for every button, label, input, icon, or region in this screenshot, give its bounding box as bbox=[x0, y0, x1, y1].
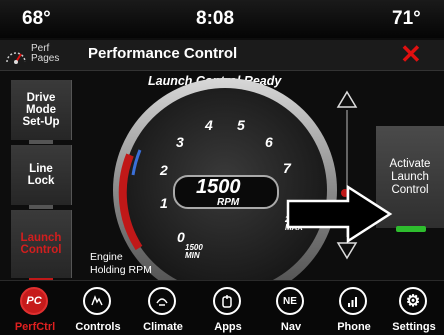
apps-icon bbox=[213, 287, 241, 315]
nav-item-controls[interactable]: Controls bbox=[68, 281, 128, 335]
nav-item-label: Phone bbox=[337, 321, 371, 333]
nav-item-apps[interactable]: Apps bbox=[198, 281, 258, 335]
nav-item-label: Nav bbox=[280, 321, 302, 333]
callout-arrow-icon bbox=[286, 184, 393, 244]
status-bar: 68° 8:08 71° bbox=[0, 0, 444, 38]
perfctrl-icon: PC bbox=[20, 287, 48, 315]
phone-icon bbox=[339, 287, 367, 315]
title-bar: Perf Pages Performance Control ✕ bbox=[0, 40, 444, 71]
status-banner: Launch Control Ready bbox=[148, 74, 282, 88]
sidebar-item-launch-control[interactable]: Launch Control bbox=[11, 210, 72, 282]
gauge-tick-label: 3 bbox=[176, 134, 184, 150]
nav-item-perfctrl[interactable]: PC PerfCtrl bbox=[5, 281, 65, 335]
compass-icon: NE bbox=[276, 287, 304, 315]
gauge-red-zone bbox=[118, 153, 143, 251]
passenger-temperature[interactable]: 71° bbox=[392, 8, 421, 30]
engine-holding-rpm-label: Engine Holding RPM bbox=[90, 251, 152, 276]
nav-item-label: Controls bbox=[75, 321, 121, 333]
close-icon[interactable]: ✕ bbox=[400, 40, 422, 68]
gauge-tick-label: 1 bbox=[160, 195, 168, 211]
gauge-tick-label: 4 bbox=[205, 117, 213, 133]
tab-indicator bbox=[29, 140, 53, 144]
gauge-tick-label: 6 bbox=[265, 134, 273, 150]
clock: 8:08 bbox=[196, 8, 235, 29]
nav-item-label: Apps bbox=[214, 321, 242, 333]
gear-icon: ⚙ bbox=[399, 287, 427, 315]
sidebar-item-line-lock[interactable]: Line Lock bbox=[11, 145, 72, 209]
driver-temperature[interactable]: 68° bbox=[22, 8, 51, 30]
perf-pages-icon bbox=[6, 52, 26, 64]
sidebar-item-label: Line Lock bbox=[27, 163, 55, 187]
nav-item-nav[interactable]: NE Nav bbox=[261, 281, 321, 335]
gauge-tick-label: 5 bbox=[237, 117, 245, 133]
rpm-unit: RPM bbox=[217, 197, 240, 208]
gauge-blue-mark bbox=[131, 149, 142, 176]
bottom-nav: PC PerfCtrl Controls Climate Apps NE Nav bbox=[0, 280, 444, 335]
nav-item-settings[interactable]: ⚙ Settings bbox=[384, 281, 444, 335]
nav-item-label: PerfCtrl bbox=[14, 321, 56, 333]
sidebar-item-label: Drive Mode Set-Up bbox=[22, 92, 60, 128]
perf-pages-button[interactable]: Perf Pages bbox=[4, 43, 66, 67]
increase-rpm-arrow-icon[interactable] bbox=[336, 90, 358, 110]
screen: 68° 8:08 71° Perf Pages Performance Cont… bbox=[0, 0, 444, 335]
controls-icon bbox=[83, 287, 111, 315]
nav-item-climate[interactable]: Climate bbox=[133, 281, 193, 335]
gauge-tick-label: 2 bbox=[160, 162, 168, 178]
climate-icon bbox=[148, 287, 176, 315]
nav-item-label: Climate bbox=[143, 321, 183, 333]
nav-item-phone[interactable]: Phone bbox=[324, 281, 384, 335]
page-title: Performance Control bbox=[88, 45, 238, 62]
tab-indicator bbox=[29, 205, 53, 209]
rpm-value: 1500 bbox=[196, 176, 241, 198]
sidebar-item-label: Launch Control bbox=[20, 232, 62, 256]
active-indicator bbox=[396, 226, 426, 232]
sidebar-item-drive-mode[interactable]: Drive Mode Set-Up bbox=[11, 80, 72, 144]
min-rpm-label: 1500 MIN bbox=[185, 243, 203, 260]
perf-pages-label: Perf Pages bbox=[31, 43, 60, 64]
nav-item-label: Settings bbox=[392, 321, 436, 333]
gauge-tick-label: 7 bbox=[283, 160, 291, 176]
gauge-tick-label: 0 bbox=[177, 229, 185, 245]
